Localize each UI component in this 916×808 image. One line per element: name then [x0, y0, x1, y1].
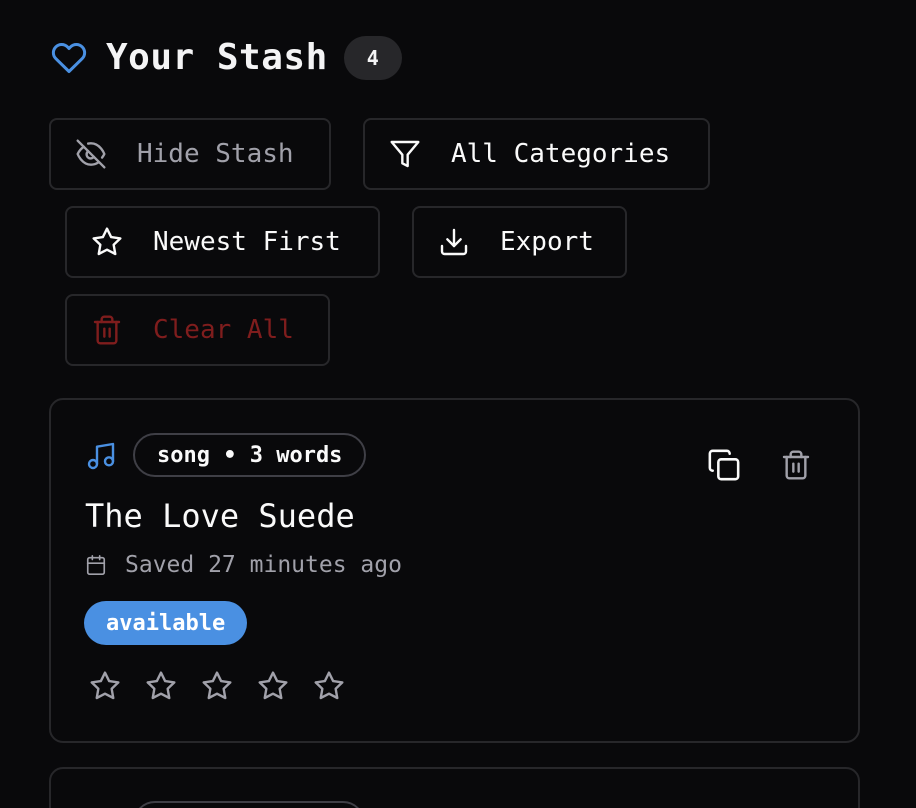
saved-timestamp-row: Saved 27 minutes ago — [85, 550, 402, 580]
rating-star-4-icon[interactable] — [257, 668, 313, 704]
stash-item-card: song • 3 words The Love Suede Saved 27 m… — [49, 398, 860, 743]
export-label: Export — [500, 227, 594, 257]
clear-all-label: Clear All — [153, 315, 294, 345]
category-filter-button[interactable]: All Categories — [363, 118, 710, 190]
stash-item-card — [49, 767, 860, 808]
hide-stash-label: Hide Stash — [137, 139, 294, 169]
eye-off-icon — [75, 138, 107, 170]
sort-label: Newest First — [153, 227, 341, 257]
download-icon — [438, 226, 470, 258]
item-title: The Love Suede — [85, 497, 355, 535]
star-icon — [91, 226, 123, 258]
trash-icon — [91, 314, 123, 346]
count-badge: 4 — [343, 36, 402, 80]
status-badge: available — [84, 601, 248, 645]
stash-panel: Your Stash 4 Hide Stash All Categories N… — [0, 0, 916, 808]
rating-stars — [89, 668, 369, 704]
page-title: Your Stash — [106, 37, 328, 78]
delete-item-icon[interactable] — [780, 448, 812, 486]
calendar-icon — [85, 553, 107, 577]
filter-icon — [389, 138, 421, 170]
saved-timestamp: Saved 27 minutes ago — [125, 552, 402, 578]
stash-header: Your Stash 4 — [50, 36, 402, 80]
category-filter-label: All Categories — [451, 139, 671, 169]
sort-button[interactable]: Newest First — [65, 206, 380, 278]
export-button[interactable]: Export — [412, 206, 627, 278]
hide-stash-button[interactable]: Hide Stash — [49, 118, 331, 190]
heart-icon — [50, 40, 88, 76]
item-meta-badge: song • 3 words — [133, 433, 367, 477]
rating-star-2-icon[interactable] — [145, 668, 201, 704]
copy-icon[interactable] — [707, 448, 741, 486]
music-note-icon — [85, 440, 117, 476]
clear-all-button[interactable]: Clear All — [65, 294, 330, 366]
rating-star-5-icon[interactable] — [313, 668, 369, 704]
rating-star-3-icon[interactable] — [201, 668, 257, 704]
item-meta-badge — [133, 801, 365, 808]
rating-star-1-icon[interactable] — [89, 668, 145, 704]
